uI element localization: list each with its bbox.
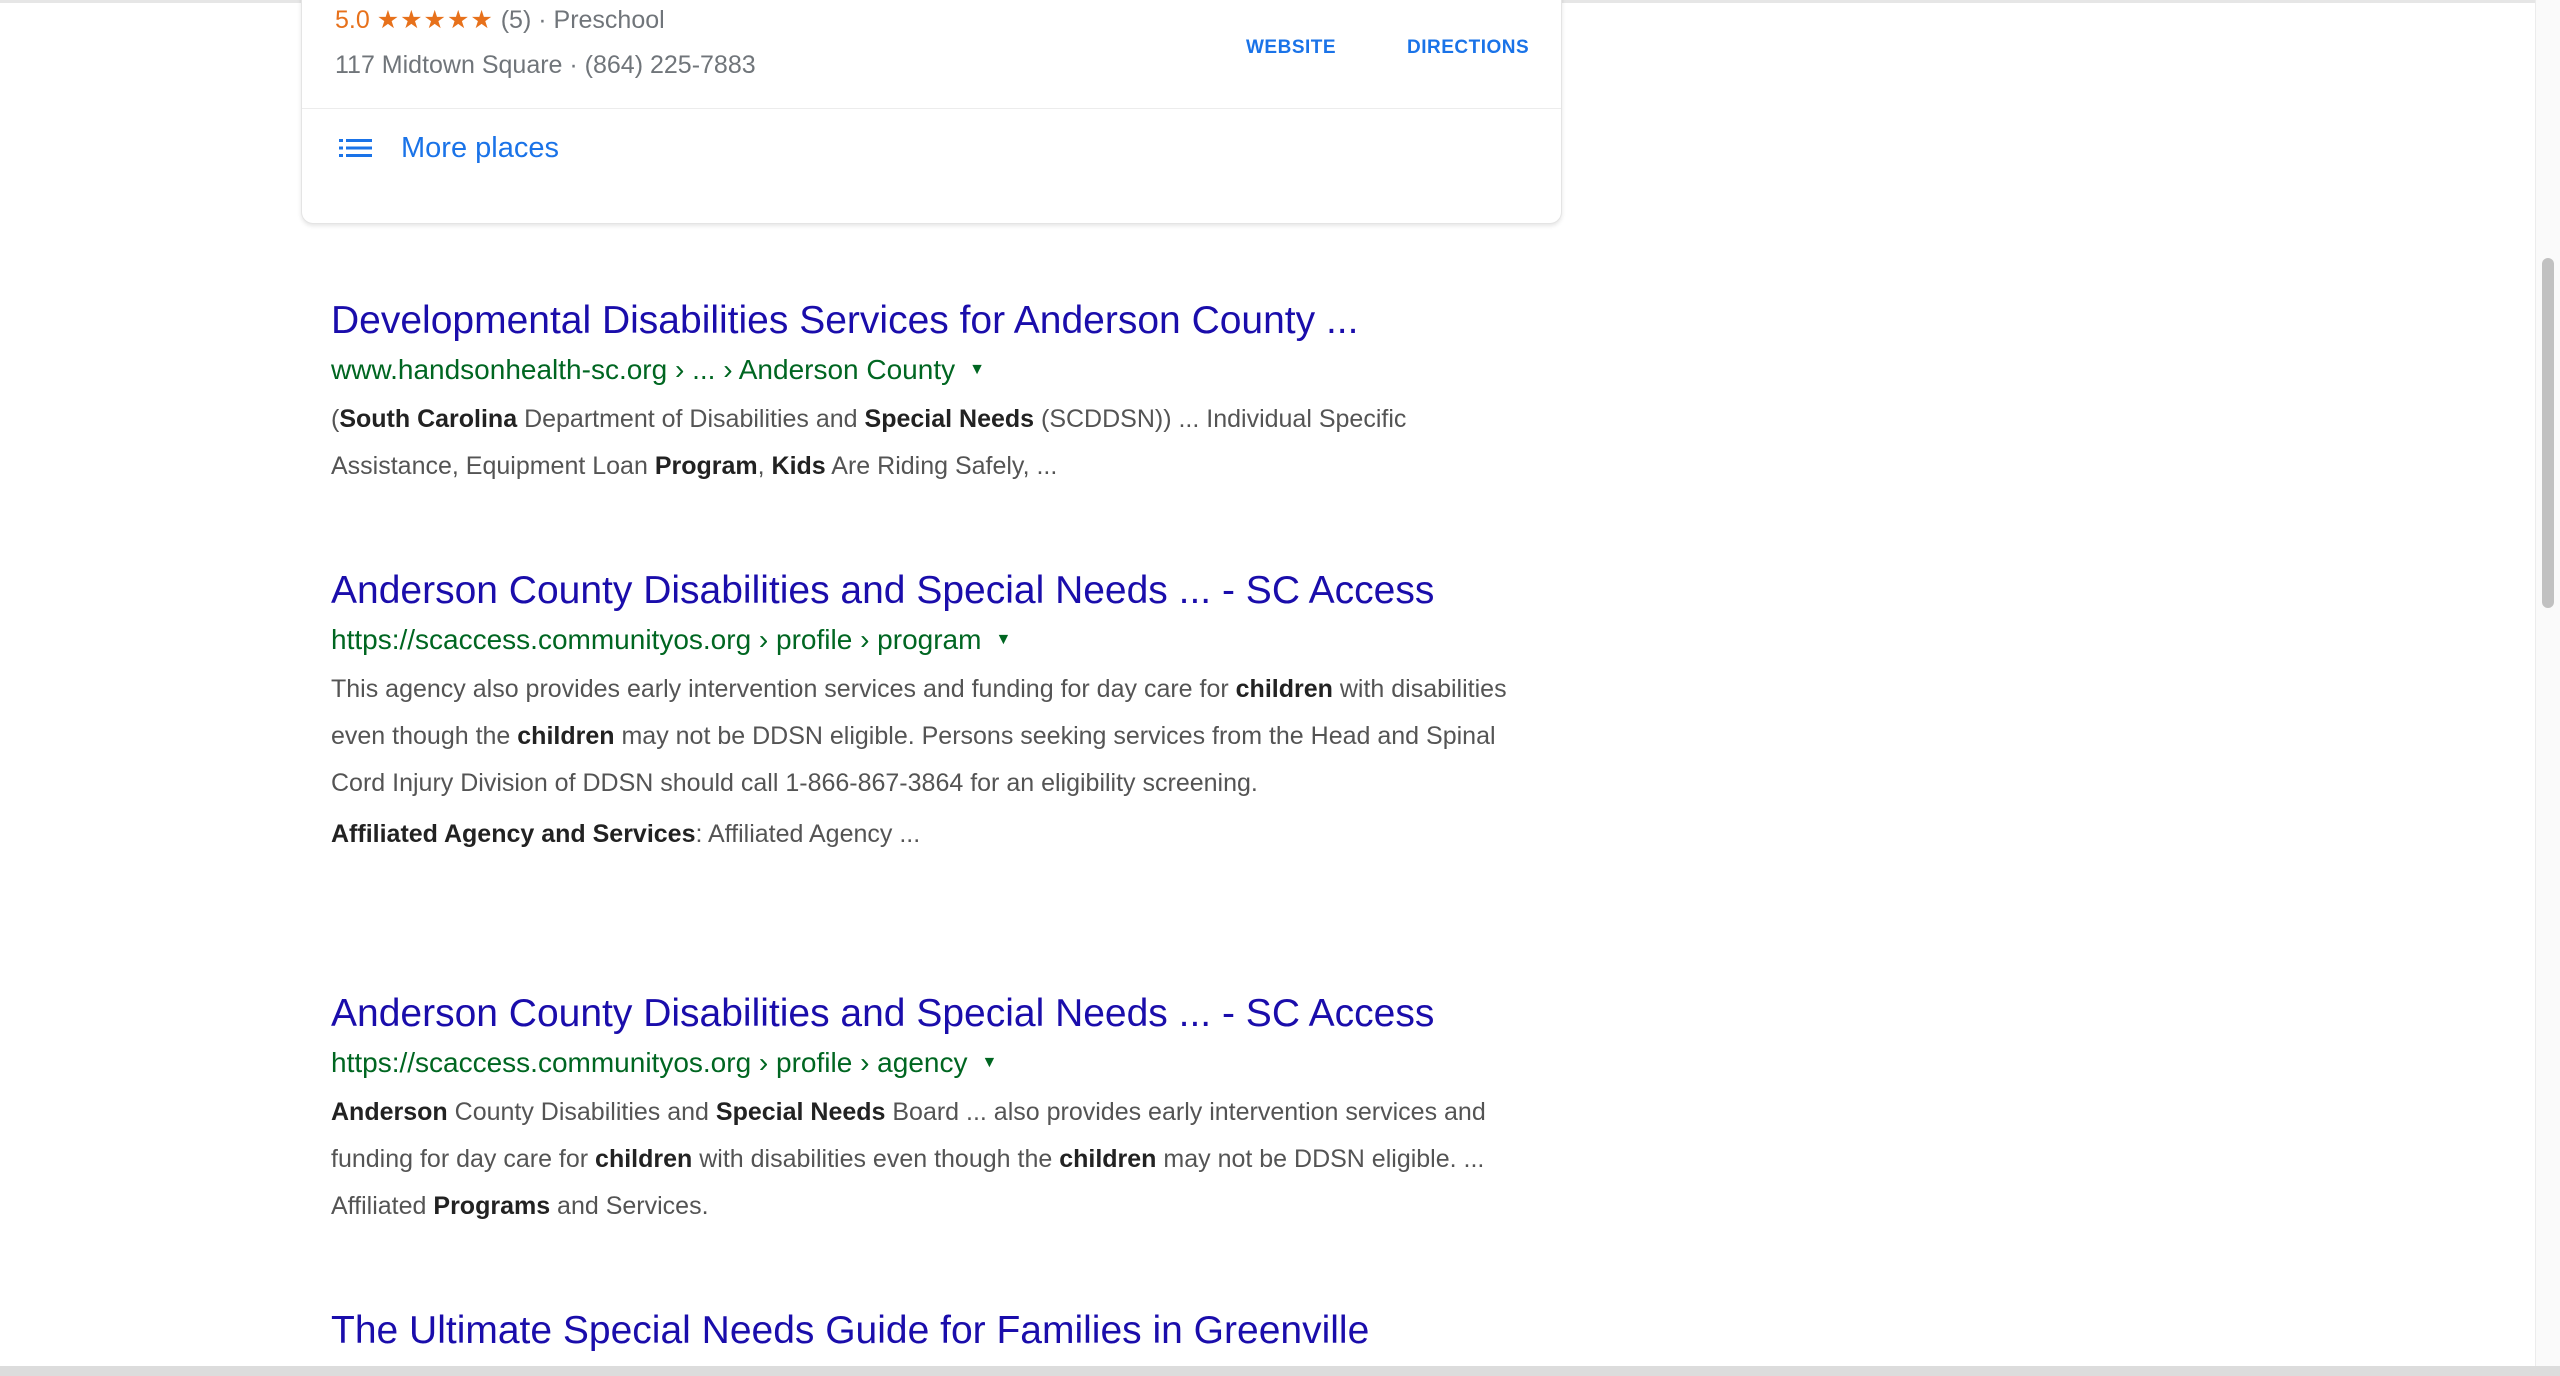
result-title-link[interactable]: Anderson County Disabilities and Special… xyxy=(331,991,1531,1037)
result-url: https://scaccess.communityos.org › profi… xyxy=(331,622,1531,658)
snippet-highlight: children xyxy=(595,1145,693,1173)
place-listing[interactable]: 5.0 ★★★★★ (5) · Preschool 117 Midtown Sq… xyxy=(302,0,1561,109)
rating-score: 5.0 xyxy=(335,6,370,34)
snippet-text: and Services. xyxy=(550,1192,709,1220)
bottom-divider xyxy=(0,1366,2560,1376)
snippet-highlight: children xyxy=(517,722,615,750)
snippet-highlight: Kids xyxy=(771,452,826,480)
dropdown-caret-icon[interactable]: ▼ xyxy=(995,622,1011,658)
search-result: Anderson County Disabilities and Special… xyxy=(331,568,1531,858)
snippet-text: with disabilities even though the xyxy=(692,1145,1060,1173)
result-title-link[interactable]: Anderson County Disabilities and Special… xyxy=(331,568,1531,614)
more-places-button[interactable]: More places xyxy=(335,126,559,170)
result-url: https://scaccess.communityos.org › profi… xyxy=(331,1045,1531,1081)
review-count: (5) xyxy=(500,6,532,34)
result-sitelink-line: Affiliated Agency and Services: Affiliat… xyxy=(331,811,1531,858)
place-address: 117 Midtown Square · (864) 225-7883 xyxy=(335,51,756,79)
separator: · xyxy=(538,6,547,34)
search-result: Developmental Disabilities Services for … xyxy=(331,298,1531,490)
directions-button[interactable]: DIRECTIONS xyxy=(1407,37,1529,59)
result-snippet: This agency also provides early interven… xyxy=(331,666,1531,807)
snippet-highlight: Program xyxy=(654,452,758,480)
dropdown-caret-icon[interactable]: ▼ xyxy=(981,1045,997,1081)
place-category: Preschool xyxy=(553,6,665,34)
more-places-label: More places xyxy=(401,131,559,164)
snippet-highlight: children xyxy=(1059,1145,1157,1173)
sitelink-label: Affiliated Agency and Services xyxy=(331,820,696,848)
search-result: The Ultimate Special Needs Guide for Fam… xyxy=(331,1308,1531,1354)
result-snippet: Anderson County Disabilities and Special… xyxy=(331,1089,1531,1230)
result-title-link[interactable]: The Ultimate Special Needs Guide for Fam… xyxy=(331,1308,1531,1354)
result-snippet: (South Carolina Department of Disabiliti… xyxy=(331,396,1531,490)
scrollbar-track[interactable] xyxy=(2535,0,2560,1366)
result-url: www.handsonhealth-sc.org › ... › Anderso… xyxy=(331,352,1531,388)
snippet-highlight: Special Needs xyxy=(864,405,1035,433)
dropdown-caret-icon[interactable]: ▼ xyxy=(969,352,985,388)
snippet-highlight: South Carolina xyxy=(339,405,518,433)
sitelink-text: : Affiliated Agency ... xyxy=(695,820,921,848)
result-url-text: https://scaccess.communityos.org › profi… xyxy=(331,624,982,655)
snippet-text: County Disabilities and xyxy=(447,1098,716,1126)
snippet-text: Department of Disabilities and xyxy=(517,405,865,433)
local-results-card: 5.0 ★★★★★ (5) · Preschool 117 Midtown Sq… xyxy=(301,0,1562,224)
star-rating-icon: ★★★★★ xyxy=(376,6,494,34)
website-button[interactable]: WEBSITE xyxy=(1246,37,1336,59)
search-result: Anderson County Disabilities and Special… xyxy=(331,991,1531,1230)
snippet-highlight: Programs xyxy=(433,1192,551,1220)
snippet-text: Are Riding Safely, ... xyxy=(825,452,1058,480)
result-title-link[interactable]: Developmental Disabilities Services for … xyxy=(331,298,1531,344)
list-icon xyxy=(335,137,375,159)
rating-line: 5.0 ★★★★★ (5) · Preschool xyxy=(335,5,665,35)
search-results-page: 5.0 ★★★★★ (5) · Preschool 117 Midtown Sq… xyxy=(0,0,2560,1376)
snippet-highlight: Anderson xyxy=(331,1098,448,1126)
snippet-highlight: Special Needs xyxy=(715,1098,886,1126)
snippet-text: This agency also provides early interven… xyxy=(331,675,1236,703)
result-url-text: https://scaccess.communityos.org › profi… xyxy=(331,1047,968,1078)
result-url-text: www.handsonhealth-sc.org › ... › Anderso… xyxy=(331,354,956,385)
snippet-highlight: children xyxy=(1235,675,1333,703)
snippet-text: , xyxy=(757,452,772,480)
scrollbar-thumb[interactable] xyxy=(2542,258,2554,608)
